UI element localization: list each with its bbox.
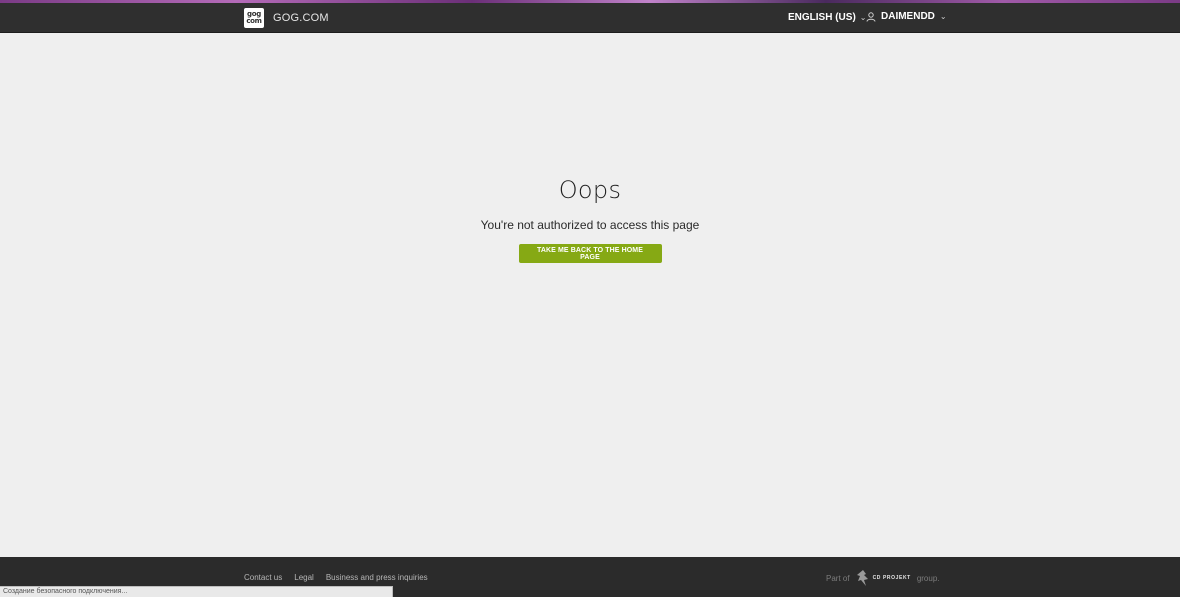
username-label: DAIMENDD (881, 11, 935, 22)
brand-link[interactable]: GOG.COM (273, 12, 329, 24)
user-icon (866, 11, 876, 22)
language-selector[interactable]: ENGLISH (US) ⌄ (788, 12, 866, 23)
cd-projekt-label: CD PROJEKT (872, 575, 911, 581)
browser-status-bar: Создание безопасного подключения... (0, 586, 393, 597)
cd-projekt-icon (856, 570, 868, 586)
footer-links: Contact us Legal Business and press inqu… (244, 573, 428, 582)
footer-link-contact[interactable]: Contact us (244, 573, 282, 582)
error-panel: Oops You're not authorized to access thi… (0, 176, 1180, 263)
language-label: ENGLISH (US) (788, 12, 856, 23)
group-label: group. (916, 573, 940, 583)
user-menu[interactable]: DAIMENDD ⌄ (866, 11, 947, 22)
logo-text-bottom: com (246, 17, 262, 25)
footer-link-legal[interactable]: Legal (294, 573, 314, 582)
chevron-down-icon: ⌄ (939, 12, 947, 21)
page-title: Oops (558, 176, 622, 204)
footer-link-business[interactable]: Business and press inquiries (326, 573, 428, 582)
part-of-group: Part of CD PROJEKT group. (826, 569, 940, 587)
cd-projekt-logo[interactable]: CD PROJEKT (856, 569, 911, 587)
error-message: You're not authorized to access this pag… (480, 218, 700, 232)
part-of-label: Part of (826, 573, 850, 583)
top-navigation-bar: gog com GOG.COM ENGLISH (US) ⌄ DAIMENDD … (0, 3, 1180, 33)
back-to-home-button[interactable]: TAKE ME BACK TO THE HOME PAGE (518, 244, 662, 263)
gog-logo-icon[interactable]: gog com (244, 8, 264, 28)
